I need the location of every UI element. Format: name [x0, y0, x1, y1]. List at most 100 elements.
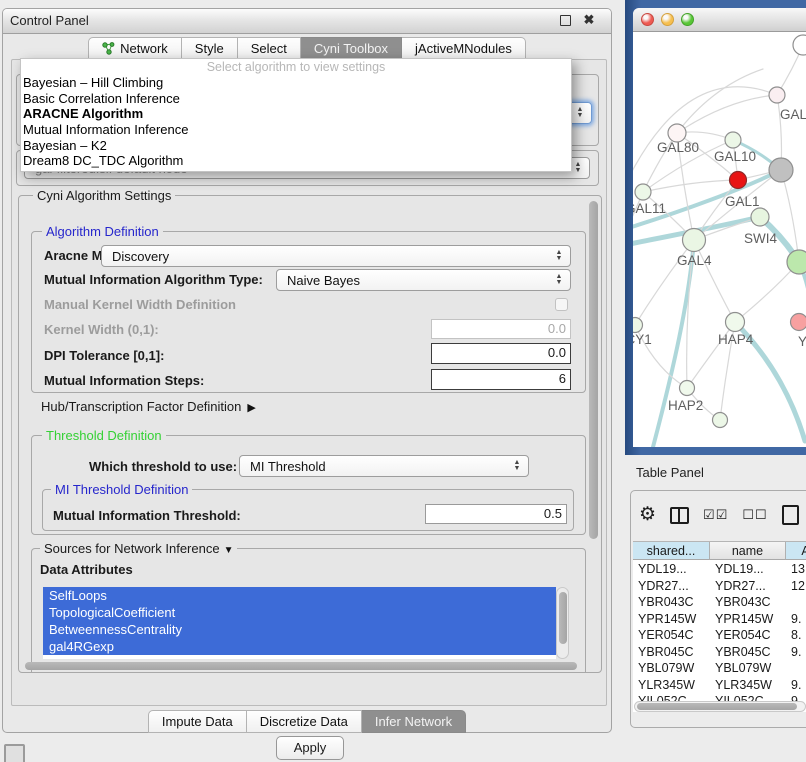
- table-row[interactable]: YBR043CYBR043C: [633, 594, 806, 611]
- table-cell[interactable]: YPR145W: [633, 611, 710, 628]
- dpi-tolerance-field[interactable]: 0.0: [431, 343, 571, 364]
- node-gal4[interactable]: [683, 229, 706, 252]
- table-cell[interactable]: YLR345W: [710, 677, 786, 694]
- column-header-shared[interactable]: shared...: [633, 542, 710, 560]
- tab-network[interactable]: Network: [88, 37, 182, 60]
- algorithm-option-mutual-information-inference[interactable]: Mutual Information Inference: [21, 122, 571, 138]
- algorithm-option-dream8-dc-tdc-algorithm[interactable]: Dream8 DC_TDC Algorithm: [21, 153, 571, 169]
- node-gal11[interactable]: [635, 184, 651, 200]
- table-cell[interactable]: YDR27...: [710, 578, 786, 595]
- sources-group-toggle[interactable]: Sources for Network Inference▼: [40, 541, 237, 558]
- apply-button[interactable]: Apply: [276, 736, 344, 760]
- table-cell[interactable]: YBR043C: [710, 594, 786, 611]
- table-cell[interactable]: YER054C: [633, 627, 710, 644]
- table-cell[interactable]: YER054C: [710, 627, 786, 644]
- table-cell[interactable]: YBR045C: [710, 644, 786, 661]
- table-cell[interactable]: YDR27...: [633, 578, 710, 595]
- node-red[interactable]: [730, 172, 747, 189]
- data-attribute-item-topologicalcoefficient[interactable]: TopologicalCoefficient: [43, 604, 556, 621]
- node-top-right[interactable]: [793, 35, 806, 55]
- show-columns-icon[interactable]: ☑☑: [703, 507, 728, 523]
- which-threshold-combo[interactable]: MI Threshold ▲▼: [239, 455, 529, 477]
- algorithm-option-basic-correlation-inference[interactable]: Basic Correlation Inference: [21, 91, 571, 107]
- node-gray[interactable]: [769, 158, 793, 182]
- tab-jactivemnodules[interactable]: jActiveMNodules: [402, 37, 526, 60]
- close-panel-icon[interactable]: ✖: [581, 12, 597, 28]
- table-cell[interactable]: YLR345W: [633, 677, 710, 694]
- node-bottom-green[interactable]: [713, 413, 728, 428]
- table-cell[interactable]: 9.: [786, 677, 806, 694]
- table-cell[interactable]: 12: [786, 578, 806, 595]
- tab-discretize-data[interactable]: Discretize Data: [247, 710, 362, 733]
- table-horizontal-scrollbar[interactable]: [634, 701, 806, 712]
- control-panel-titlebar[interactable]: Control Panel ✖: [3, 9, 611, 34]
- column-header-name[interactable]: name: [710, 542, 786, 560]
- table-cell[interactable]: YBR045C: [633, 644, 710, 661]
- table-cell[interactable]: YBL079W: [633, 660, 710, 677]
- float-window-icon[interactable]: [557, 12, 573, 28]
- node-salmon-right[interactable]: [791, 314, 806, 331]
- table-cell[interactable]: YDL19...: [633, 561, 710, 578]
- gear-icon[interactable]: ⚙: [639, 505, 656, 525]
- tab-infer-network[interactable]: Infer Network: [362, 710, 466, 733]
- table-cell[interactable]: 8.: [786, 627, 806, 644]
- mi-threshold-field[interactable]: 0.5: [425, 504, 567, 524]
- minimized-panel-icon[interactable]: [4, 744, 25, 762]
- table-cell[interactable]: 9.: [786, 644, 806, 661]
- table-row[interactable]: YBR045CYBR045C9.: [633, 644, 806, 661]
- algorithm-dropdown-popup: Select algorithm to view settings Bayesi…: [20, 58, 572, 172]
- data-attribute-item-selfloops[interactable]: SelfLoops: [43, 587, 556, 604]
- kernel-width-field[interactable]: 0.0: [431, 319, 571, 339]
- table-cell[interactable]: [786, 660, 806, 677]
- node-gcy1[interactable]: [633, 318, 643, 333]
- table-row[interactable]: YBL079WYBL079W: [633, 660, 806, 677]
- manual-kernel-checkbox[interactable]: [555, 298, 568, 311]
- table-cell[interactable]: YBR043C: [633, 594, 710, 611]
- table-cell[interactable]: 9.: [786, 611, 806, 628]
- data-attribute-item-betweennesscentrality[interactable]: BetweennessCentrality: [43, 621, 556, 638]
- zoom-button[interactable]: [681, 13, 694, 26]
- column-header-a[interactable]: A: [786, 542, 806, 560]
- algorithm-option-bayesian-k2[interactable]: Bayesian – K2: [21, 138, 571, 154]
- new-table-icon[interactable]: [782, 505, 799, 525]
- table-row[interactable]: YLR345WYLR345W9.: [633, 677, 806, 694]
- network-edge[interactable]: [735, 262, 799, 322]
- tab-cyni-toolbox[interactable]: Cyni Toolbox: [301, 37, 402, 60]
- node-hap2[interactable]: [680, 381, 695, 396]
- table-cell[interactable]: YDL19...: [710, 561, 786, 578]
- minimize-button[interactable]: [661, 13, 674, 26]
- algorithm-option-aracne-algorithm[interactable]: ARACNE Algorithm: [21, 106, 571, 122]
- data-attribute-item-gal4rgexp[interactable]: gal4RGexp: [43, 638, 556, 655]
- network-window-titlebar[interactable]: [633, 8, 806, 32]
- tab-impute-data[interactable]: Impute Data: [148, 710, 247, 733]
- table-row[interactable]: YER054CYER054C8.: [633, 627, 806, 644]
- mi-type-combo[interactable]: Naive Bayes ▲▼: [276, 269, 571, 291]
- table-cell[interactable]: 13: [786, 561, 806, 578]
- aracne-mode-combo[interactable]: Discovery ▲▼: [101, 245, 571, 267]
- hide-columns-icon[interactable]: ☐☐: [742, 507, 767, 523]
- network-edge[interactable]: [633, 87, 777, 181]
- tab-select[interactable]: Select: [238, 37, 301, 60]
- node-pink-top[interactable]: [769, 87, 785, 103]
- table-cell[interactable]: [786, 594, 806, 611]
- tab-style[interactable]: Style: [182, 37, 238, 60]
- network-canvas[interactable]: GALGAL80GAL10GAL1GAL11SWI4GAL4GCY1HAP4YH…: [633, 31, 806, 447]
- node-green-right[interactable]: [787, 250, 806, 274]
- settings-horizontal-scrollbar[interactable]: [23, 661, 583, 672]
- table-row[interactable]: YDR27...YDR27...12: [633, 578, 806, 595]
- node-hap4[interactable]: [726, 313, 745, 332]
- attributes-list-scrollbar[interactable]: [556, 587, 569, 659]
- table-cell[interactable]: YPR145W: [710, 611, 786, 628]
- table-row[interactable]: YDL19...YDL19...13: [633, 561, 806, 578]
- close-button[interactable]: [641, 13, 654, 26]
- settings-vertical-scrollbar[interactable]: [587, 199, 600, 661]
- network-edge-strong[interactable]: [653, 240, 694, 447]
- table-row[interactable]: YPR145WYPR145W9.: [633, 611, 806, 628]
- table-cell[interactable]: YBL079W: [710, 660, 786, 677]
- node-swi4[interactable]: [751, 208, 769, 226]
- hub-definition-toggle[interactable]: Hub/Transcription Factor Definition▶: [41, 399, 256, 414]
- mi-steps-field[interactable]: 6: [431, 369, 571, 390]
- split-columns-icon[interactable]: [670, 507, 689, 524]
- node-gal10[interactable]: [725, 132, 741, 148]
- algorithm-option-bayesian-hill-climbing[interactable]: Bayesian – Hill Climbing: [21, 75, 571, 91]
